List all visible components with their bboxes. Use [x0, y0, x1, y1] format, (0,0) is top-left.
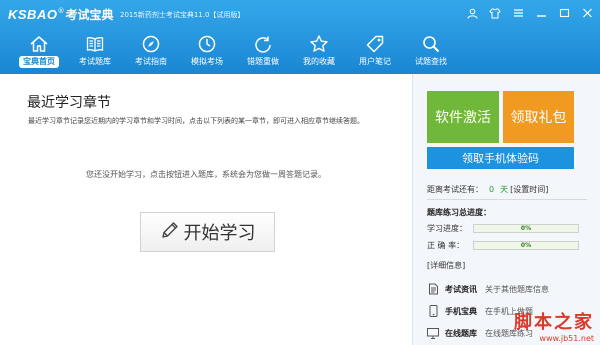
minimize-icon[interactable]	[534, 8, 548, 20]
mobile-trial-code-button[interactable]: 领取手机体验码	[427, 147, 574, 169]
nav-label: 宝典首页	[19, 56, 59, 68]
info-row-exam-news[interactable]: 考试资讯 关于其他题库信息	[427, 283, 549, 295]
progress-label: 学习进度：	[427, 224, 467, 233]
app-window: KSBAO ® 考试宝典 2015新药剂士考试宝典11.0【试用版】 宝典首页 …	[0, 0, 600, 345]
redo-icon	[253, 34, 273, 54]
section-description: 最近学习章节记录您近期内的学习章节和学习时间，点击以下列表的某一章节，即可进入相…	[28, 117, 364, 125]
detail-info-link[interactable]: [详细信息]	[427, 260, 465, 271]
study-progress-row: 学习进度： 0%	[427, 223, 579, 234]
app-title: 2015新药剂士考试宝典11.0【试用版】	[120, 11, 245, 19]
phone-icon	[427, 305, 439, 317]
start-learning-button[interactable]: 开始学习	[140, 212, 275, 252]
window-controls	[465, 8, 594, 20]
close-icon[interactable]	[580, 8, 594, 20]
nav-home[interactable]: 宝典首页	[11, 34, 67, 72]
info-desc: 在手机上做题	[485, 306, 533, 316]
book-icon	[85, 34, 105, 54]
home-icon	[29, 34, 49, 54]
info-desc: 在线题库练习	[485, 328, 533, 338]
divider	[427, 199, 587, 200]
search-icon	[421, 34, 441, 54]
nav-search-questions[interactable]: 试题查找	[403, 34, 459, 72]
logo-registered-mark: ®	[57, 7, 65, 15]
nav-exam-guide[interactable]: 考试指南	[123, 34, 179, 72]
exam-days-unit: 天	[500, 185, 509, 194]
tag-icon	[365, 34, 385, 54]
nav-user-notes[interactable]: 用户笔记	[347, 34, 403, 72]
info-row-online-bank[interactable]: 在线题库 在线题库练习	[427, 327, 533, 339]
nav-label: 我的收藏	[303, 57, 335, 66]
nav-label: 试题查找	[415, 57, 447, 66]
nav-label: 考试指南	[135, 57, 167, 66]
nav-label: 考试题库	[79, 57, 111, 66]
progress-value: 0%	[520, 225, 532, 232]
main-nav: 宝典首页 考试题库 考试指南 模拟考场 错题重做 我的收藏 用户笔记 试题查找	[11, 34, 459, 72]
compass-icon	[141, 34, 161, 54]
nav-favorites[interactable]: 我的收藏	[291, 34, 347, 72]
set-time-link[interactable]: [设置时间]	[510, 185, 548, 194]
monitor-icon	[427, 327, 439, 339]
info-name: 手机宝典	[445, 306, 477, 316]
menu-icon[interactable]	[511, 8, 525, 20]
nav-mock-exam[interactable]: 模拟考场	[179, 34, 235, 72]
header-bar: KSBAO ® 考试宝典 2015新药剂士考试宝典11.0【试用版】 宝典首页 …	[0, 0, 600, 74]
claim-gift-button[interactable]: 领取礼包	[503, 91, 574, 143]
progress-label: 正 确 率：	[427, 241, 465, 250]
study-progress-bar: 0%	[473, 224, 579, 233]
logo-text-en: KSBAO	[8, 6, 58, 22]
page-title: 最近学习章节	[27, 95, 111, 111]
clock-icon	[197, 34, 217, 54]
progress-title: 题库练习总进度：	[427, 208, 491, 217]
info-name: 考试资讯	[445, 284, 477, 294]
exam-days-value: 0	[489, 185, 495, 194]
nav-label: 用户笔记	[359, 57, 391, 66]
skin-icon[interactable]	[488, 8, 502, 20]
start-button-label: 开始学习	[183, 223, 256, 244]
info-row-mobile-app[interactable]: 手机宝典 在手机上做题	[427, 305, 533, 317]
nav-label: 错题重做	[247, 57, 279, 66]
info-name: 在线题库	[445, 328, 477, 338]
user-icon[interactable]	[465, 8, 479, 20]
nav-redo-mistakes[interactable]: 错题重做	[235, 34, 291, 72]
app-logo: KSBAO ® 考试宝典	[8, 6, 113, 22]
info-desc: 关于其他题库信息	[485, 284, 549, 294]
nav-question-bank[interactable]: 考试题库	[67, 34, 123, 72]
nav-label: 模拟考场	[191, 57, 223, 66]
side-panel: 软件激活 领取礼包 领取手机体验码 距离考试还有： 0 天 [设置时间] 题库练习总进…	[412, 74, 600, 345]
maximize-icon[interactable]	[557, 8, 571, 20]
accuracy-progress-bar: 0%	[473, 241, 579, 250]
empty-state-message: 您还没开始学习，点击按钮进入题库，系统会为您做一周答题记录。	[86, 170, 326, 179]
accuracy-row: 正 确 率： 0%	[427, 240, 579, 251]
exam-countdown: 距离考试还有： 0 天 [设置时间]	[427, 184, 548, 195]
main-panel: 最近学习章节 最近学习章节记录您近期内的学习章节和学习时间，点击以下列表的某一章…	[0, 74, 412, 345]
logo-text-cn: 考试宝典	[65, 7, 114, 22]
activate-software-button[interactable]: 软件激活	[427, 91, 499, 143]
document-icon	[427, 283, 439, 295]
star-icon	[309, 34, 329, 54]
exam-countdown-label: 距离考试还有：	[427, 185, 483, 194]
progress-value: 0%	[520, 242, 532, 249]
pencil-icon	[160, 220, 180, 245]
